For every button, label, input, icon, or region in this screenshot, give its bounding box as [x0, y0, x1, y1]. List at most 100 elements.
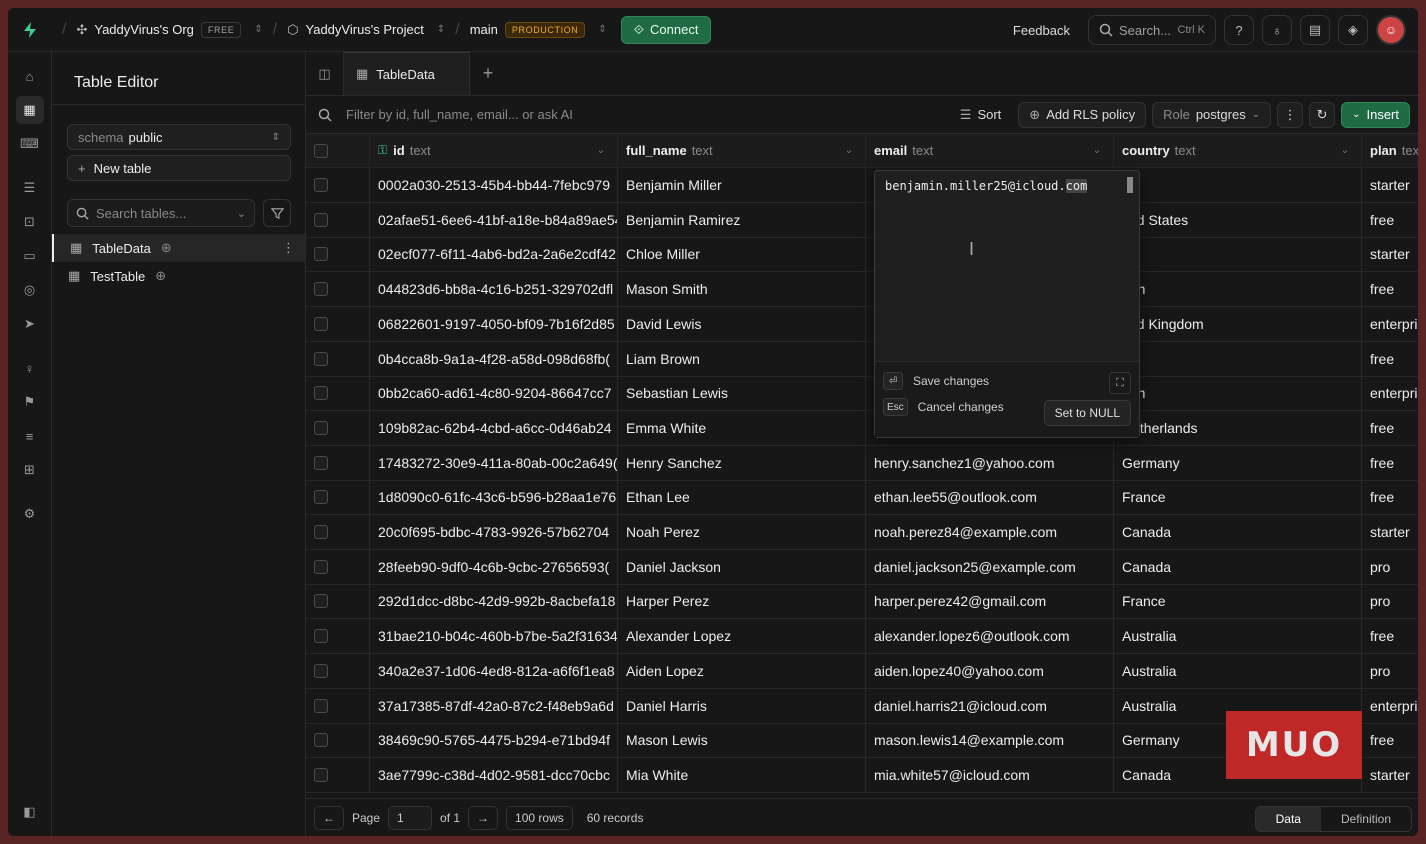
sort-button[interactable]: ☰ Sort [949, 102, 1013, 128]
cell-plan[interactable]: starter [1362, 758, 1418, 792]
row-checkbox[interactable] [314, 420, 328, 435]
storage-icon[interactable]: ▭ [16, 242, 44, 270]
table-row[interactable]: 0bb2ca60-ad61-4c80-9204-86647cc7 Sebastia… [306, 376, 1418, 412]
cell-country[interactable]: ited States [1114, 202, 1362, 237]
cell-id[interactable]: 0bb2ca60-ad61-4c80-9204-86647cc7 [370, 376, 618, 411]
table-row[interactable]: 292d1dcc-d8bc-42d9-992b-8acbefa18 Harper … [306, 584, 1418, 620]
column-header-email[interactable]: email text ⌄ [866, 134, 1114, 167]
cell-plan[interactable]: starter [1362, 515, 1418, 549]
cell-full-name[interactable]: Daniel Jackson [618, 549, 866, 584]
table-row[interactable]: 0b4cca8b-9a1a-4f28-a58d-098d68fb(Liam Br… [306, 341, 1418, 377]
advisors-icon[interactable]: ♀ [16, 354, 44, 382]
row-checkbox[interactable] [314, 247, 328, 262]
cell-id[interactable]: 02afae51-6ee6-41bf-a18e-b84a89ae54 [370, 202, 618, 237]
role-selector[interactable]: Role postgres ⌄ [1152, 101, 1272, 128]
cell-country[interactable]: Australia [1114, 653, 1362, 688]
add-rls-policy-button[interactable]: ⊕ Add RLS policy [1018, 101, 1147, 128]
cell-country[interactable]: Canada [1114, 515, 1362, 549]
cell-plan[interactable]: free [1362, 342, 1418, 376]
table-row[interactable]: 340a2e37-1d06-4ed8-812a-a6f6f1ea8 Aiden L… [306, 653, 1418, 689]
cell-country[interactable]: Canada [1114, 549, 1362, 584]
cell-country[interactable]: Germany [1114, 445, 1362, 480]
cell-id[interactable]: 17483272-30e9-411a-80ab-00c2a649( [370, 445, 618, 480]
cell-full-name[interactable]: Aiden Lopez [618, 653, 866, 688]
cell-id[interactable]: 0b4cca8b-9a1a-4f28-a58d-098d68fb( [370, 341, 618, 376]
table-row[interactable]: 044823d6-bb8a-4c16-b251-329702dfl Mason S… [306, 272, 1418, 308]
cell-plan[interactable]: free [1362, 723, 1418, 757]
table-row[interactable]: 1d8090c0-61fc-43c6-b596-b28aa1e76 Ethan L… [306, 480, 1418, 516]
select-all-checkbox[interactable] [314, 143, 328, 158]
cell-email[interactable]: daniel.jackson25@example.com [866, 549, 1114, 584]
cell-country[interactable]: pan [1114, 272, 1362, 307]
lightbulb-icon[interactable]: ♁ [1262, 15, 1292, 45]
cell-plan[interactable]: enterpri [1362, 376, 1418, 410]
cell-country[interactable]: pan [1114, 376, 1362, 411]
more-vertical-icon[interactable]: ⋮ [282, 240, 295, 256]
auth-icon[interactable]: ⊡ [16, 208, 44, 236]
table-row[interactable]: 31bae210-b04c-460b-b7be-5a2f31634 Alexand… [306, 619, 1418, 655]
cell-email[interactable]: alexander.lopez6@outlook.com [866, 619, 1114, 654]
cell-full-name[interactable]: Daniel Harris [618, 688, 866, 723]
cell-country[interactable]: ited Kingdom [1114, 306, 1362, 341]
schema-selector[interactable]: schema public ⇕ [67, 124, 291, 150]
table-row[interactable]: 17483272-30e9-411a-80ab-00c2a649(Henry S… [306, 445, 1418, 481]
row-checkbox[interactable] [314, 663, 328, 678]
table-row[interactable]: 28feeb90-9df0-4c6b-9cbc-27656593(Daniel … [306, 549, 1418, 585]
cell-plan[interactable]: pro [1362, 584, 1418, 618]
row-checkbox[interactable] [314, 733, 328, 748]
add-tab-icon[interactable]: + [470, 52, 506, 95]
chevron-down-icon[interactable]: ⌄ [1093, 145, 1101, 156]
cell-country[interactable]: France [1114, 480, 1362, 515]
cell-plan[interactable]: starter [1362, 237, 1418, 271]
column-header-id[interactable]: ⚿ id text ⌄ [370, 134, 618, 167]
reports-icon[interactable]: ⚑ [16, 388, 44, 416]
help-icon[interactable]: ? [1224, 15, 1254, 45]
cell-id[interactable]: 044823d6-bb8a-4c16-b251-329702dfl [370, 272, 618, 307]
column-header-plan[interactable]: plan text [1362, 134, 1418, 167]
row-checkbox[interactable] [314, 212, 328, 227]
cell-email[interactable]: mason.lewis14@example.com [866, 723, 1114, 758]
cell-full-name[interactable]: Ethan Lee [618, 480, 866, 515]
feedback-button[interactable]: Feedback [1013, 23, 1070, 38]
cell-email[interactable]: mia.white57@icloud.com [866, 757, 1114, 792]
cell-full-name[interactable]: Noah Perez [618, 515, 866, 549]
cell-plan[interactable]: pro [1362, 654, 1418, 688]
table-row[interactable]: 02afae51-6ee6-41bf-a18e-b84a89ae54 Benjam… [306, 202, 1418, 238]
expand-icon[interactable]: ⛶ [1109, 372, 1131, 394]
cell-full-name[interactable]: Harper Perez [618, 584, 866, 619]
cell-email[interactable]: harper.perez42@gmail.com [866, 584, 1114, 619]
edge-functions-icon[interactable]: ➤ [16, 310, 44, 338]
cell-country[interactable]: zil [1114, 168, 1362, 202]
row-checkbox[interactable] [314, 490, 328, 505]
page-input[interactable]: 1 [388, 805, 433, 830]
integrations-icon[interactable]: ⊞ [16, 456, 44, 484]
row-checkbox[interactable] [314, 698, 328, 713]
cell-id[interactable]: 292d1dcc-d8bc-42d9-992b-8acbefa18 [370, 584, 618, 619]
cell-full-name[interactable]: David Lewis [618, 306, 866, 341]
cell-id[interactable]: 28feeb90-9df0-4c6b-9cbc-27656593( [370, 549, 618, 584]
more-vertical-icon[interactable]: ⋮ [1277, 101, 1304, 128]
cell-id[interactable]: 31bae210-b04c-460b-b7be-5a2f31634 [370, 619, 618, 654]
row-checkbox[interactable] [314, 594, 328, 609]
cell-full-name[interactable]: Mason Smith [618, 272, 866, 307]
column-header-full-name[interactable]: full_name text ⌄ [618, 134, 866, 167]
chevron-down-icon[interactable]: ⌄ [845, 145, 853, 156]
tab-tabledata[interactable]: ▦ TableData [344, 52, 470, 95]
save-changes-button[interactable]: ⏎ Save changes [883, 372, 989, 390]
cell-email[interactable]: daniel.harris21@icloud.com [866, 688, 1114, 723]
realtime-icon[interactable]: ◎ [16, 276, 44, 304]
cell-plan[interactable]: free [1362, 446, 1418, 480]
table-row[interactable]: 109b82ac-62b4-4cbd-a6cc-0d46ab24 Emma Whi… [306, 410, 1418, 446]
cell-email[interactable]: noah.perez84@example.com [866, 515, 1114, 549]
cell-full-name[interactable]: Benjamin Miller [618, 168, 866, 202]
toggle-sidebar-icon[interactable]: ◫ [306, 52, 344, 95]
supabase-logo-icon[interactable] [8, 21, 52, 39]
cell-country[interactable]: Netherlands [1114, 410, 1362, 445]
cell-id[interactable]: 38469c90-5765-4475-b294-e71bd94f [370, 723, 618, 758]
cell-plan[interactable]: free [1362, 480, 1418, 514]
terminal-icon[interactable]: ▤ [1300, 15, 1330, 45]
logs-icon[interactable]: ≡ [16, 422, 44, 450]
cell-plan[interactable]: starter [1362, 168, 1418, 202]
cell-plan[interactable]: enterpri [1362, 307, 1418, 341]
cell-country[interactable]: ia [1114, 341, 1362, 376]
